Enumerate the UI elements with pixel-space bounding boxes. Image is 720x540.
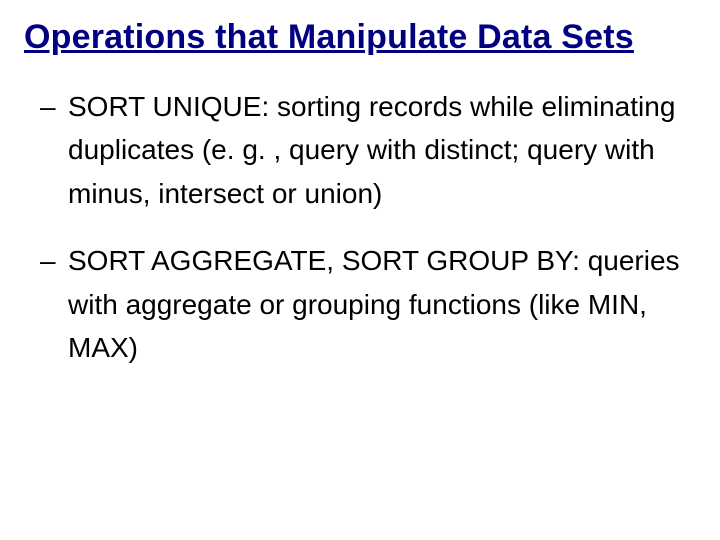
list-item: – SORT UNIQUE: sorting records while eli…	[68, 85, 696, 215]
bullet-dash: –	[40, 239, 56, 282]
slide: Operations that Manipulate Data Sets – S…	[0, 0, 720, 540]
slide-title: Operations that Manipulate Data Sets	[24, 18, 696, 57]
bullet-dash: –	[40, 85, 56, 128]
bullet-text: SORT UNIQUE: sorting records while elimi…	[68, 85, 696, 215]
list-item: – SORT AGGREGATE, SORT GROUP BY: queries…	[68, 239, 696, 369]
bullet-text: SORT AGGREGATE, SORT GROUP BY: queries w…	[68, 239, 696, 369]
bullet-list: – SORT UNIQUE: sorting records while eli…	[24, 85, 696, 369]
